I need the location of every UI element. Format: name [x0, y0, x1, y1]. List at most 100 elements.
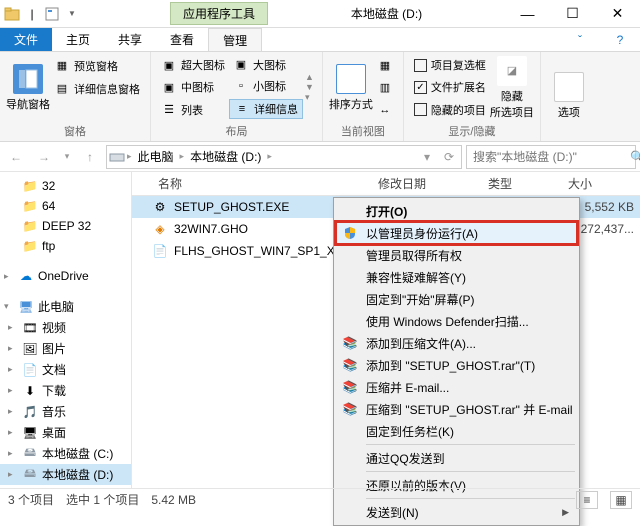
layout-s-icons[interactable]: ▫小图标: [229, 77, 303, 95]
help-icon[interactable]: ?: [600, 28, 640, 51]
ctx-add-archive[interactable]: 📚添加到压缩文件(A)...: [336, 332, 577, 354]
column-headers[interactable]: 名称 修改日期 类型 大小: [132, 172, 640, 196]
qat-separator: |: [24, 6, 40, 22]
status-size: 5.42 MB: [151, 493, 196, 507]
hidden-items-toggle[interactable]: 隐藏的项目: [410, 101, 490, 119]
sort-button[interactable]: ↕ 排序方式: [329, 54, 373, 121]
ctx-qq-send[interactable]: 通过QQ发送到: [336, 447, 577, 469]
nav-pc-desktop[interactable]: ▸🖥桌面: [0, 422, 131, 443]
size-columns-button[interactable]: ↔: [373, 101, 397, 119]
col-size[interactable]: 大小: [562, 175, 640, 192]
hide-selected-button[interactable]: ◪ 隐藏 所选项目: [490, 54, 534, 121]
nav-this-pc[interactable]: ▾🖥此电脑: [0, 296, 131, 317]
item-checkboxes-toggle[interactable]: 项目复选框: [410, 56, 490, 74]
add-columns-button[interactable]: ▥: [373, 78, 397, 96]
window-title: 本地磁盘 (D:): [268, 5, 505, 22]
rar-icon: 📚: [342, 379, 358, 395]
details-pane-button[interactable]: ▤详细信息窗格: [50, 80, 144, 98]
ctx-defender-scan[interactable]: 使用 Windows Defender扫描...: [336, 310, 577, 332]
view-thumbnails-toggle[interactable]: ▦: [610, 491, 632, 509]
ctx-compat-troubleshoot[interactable]: 兼容性疑难解答(Y): [336, 266, 577, 288]
nav-pc-pictures[interactable]: ▸🖼图片: [0, 338, 131, 359]
explorer-icon: [4, 6, 20, 22]
navigation-pane[interactable]: 📁32 📁64 📁DEEP 32 📁ftp ▸☁OneDrive ▾🖥此电脑 ▸…: [0, 172, 132, 488]
breadcrumb-dropdown[interactable]: ▾: [417, 145, 437, 169]
ctx-separator: [366, 471, 575, 472]
refresh-button[interactable]: ⟳: [439, 145, 459, 169]
nav-pc-downloads[interactable]: ▸⬇下载: [0, 380, 131, 401]
ribbon-group-layout: ▣超大图标 ▣中图标 ☰列表 ▣大图标 ▫小图标 ≡详细信息 ▲▼▾ 布局: [151, 52, 323, 141]
tab-share[interactable]: 共享: [104, 28, 156, 51]
tab-home[interactable]: 主页: [52, 28, 104, 51]
file-icon: 📄: [152, 243, 168, 259]
tab-file[interactable]: 文件: [0, 28, 52, 51]
ribbon-tabs: 文件 主页 共享 查看 管理 ˇ ?: [0, 28, 640, 52]
col-type[interactable]: 类型: [482, 175, 562, 192]
title-bar: | ▼ 应用程序工具 本地磁盘 (D:) — ☐ ✕: [0, 0, 640, 28]
layout-details[interactable]: ≡详细信息: [229, 99, 303, 119]
shield-icon: [342, 225, 358, 241]
col-name[interactable]: 名称: [132, 175, 372, 192]
search-icon: 🔍: [630, 150, 640, 164]
preview-pane-button[interactable]: ▦预览窗格: [50, 57, 144, 75]
forward-button[interactable]: →: [32, 145, 56, 169]
nav-drive-c[interactable]: ▸🖴本地磁盘 (C:): [0, 443, 131, 464]
tab-manage[interactable]: 管理: [208, 28, 262, 51]
expand-ribbon-icon[interactable]: ˇ: [560, 28, 600, 51]
breadcrumb-pc[interactable]: 此电脑: [134, 148, 178, 165]
ribbon-group-options: ☑ 选项: [541, 52, 597, 141]
nav-folder-32[interactable]: 📁32: [0, 176, 131, 196]
tab-view[interactable]: 查看: [156, 28, 208, 51]
nav-folder-ftp[interactable]: 📁ftp: [0, 236, 131, 256]
status-bar: 3 个项目 选中 1 个项目 5.42 MB ≡ ▦: [0, 488, 640, 510]
ctx-compress-email[interactable]: 📚压缩并 E-mail...: [336, 376, 577, 398]
ctx-pin-start[interactable]: 固定到"开始"屏幕(P): [336, 288, 577, 310]
rar-icon: 📚: [342, 401, 358, 417]
maximize-button[interactable]: ☐: [550, 0, 595, 28]
nav-pc-music[interactable]: ▸🎵音乐: [0, 401, 131, 422]
breadcrumb[interactable]: ▸ 此电脑 ▸ 本地磁盘 (D:) ▸ ▾ ⟳: [106, 145, 462, 169]
layout-xl-icons[interactable]: ▣超大图标: [157, 56, 229, 74]
ctx-take-ownership[interactable]: 管理员取得所有权: [336, 244, 577, 266]
address-bar: ← → ▾ ↑ ▸ 此电脑 ▸ 本地磁盘 (D:) ▸ ▾ ⟳ 🔍: [0, 142, 640, 172]
ctx-compress-rar-email[interactable]: 📚压缩到 "SETUP_GHOST.rar" 并 E-mail: [336, 398, 577, 420]
layout-list[interactable]: ☰列表: [157, 101, 229, 119]
ctx-add-rar[interactable]: 📚添加到 "SETUP_GHOST.rar"(T): [336, 354, 577, 376]
status-selected: 选中 1 个项目: [66, 491, 139, 508]
status-item-count: 3 个项目: [8, 491, 54, 508]
nav-pane-button[interactable]: 导航窗格: [6, 54, 50, 121]
layout-l-icons[interactable]: ▣大图标: [229, 56, 303, 74]
nav-folder-deep32[interactable]: 📁DEEP 32: [0, 216, 131, 236]
ribbon-group-panes: 导航窗格 ▦预览窗格 ▤详细信息窗格 窗格: [0, 52, 151, 141]
properties-icon[interactable]: [44, 6, 60, 22]
nav-pc-documents[interactable]: ▸📄文档: [0, 359, 131, 380]
close-button[interactable]: ✕: [595, 0, 640, 28]
qat-dropdown-icon[interactable]: ▼: [64, 6, 80, 22]
ctx-run-as-admin[interactable]: 以管理员身份运行(A): [336, 222, 577, 244]
nav-onedrive[interactable]: ▸☁OneDrive: [0, 266, 131, 286]
options-button[interactable]: ☑ 选项: [547, 54, 591, 137]
minimize-button[interactable]: —: [505, 0, 550, 28]
context-menu: 打开(O) 以管理员身份运行(A) 管理员取得所有权 兼容性疑难解答(Y) 固定…: [333, 197, 580, 526]
window-buttons: — ☐ ✕: [505, 0, 640, 28]
ribbon-group-show-hide: 项目复选框 ✓文件扩展名 隐藏的项目 ◪ 隐藏 所选项目 显示/隐藏: [404, 52, 541, 141]
group-by-button[interactable]: ▦: [373, 56, 397, 74]
view-details-toggle[interactable]: ≡: [576, 491, 598, 509]
col-date[interactable]: 修改日期: [372, 175, 482, 192]
up-button[interactable]: ↑: [78, 145, 102, 169]
search-input[interactable]: [471, 149, 630, 165]
history-dropdown[interactable]: ▾: [60, 145, 74, 169]
search-box[interactable]: 🔍: [466, 145, 636, 169]
ctx-open[interactable]: 打开(O): [336, 200, 577, 222]
ribbon-group-current-view: ↕ 排序方式 ▦ ▥ ↔ 当前视图: [323, 52, 404, 141]
quick-access-toolbar: | ▼: [0, 6, 84, 22]
layout-m-icons[interactable]: ▣中图标: [157, 78, 229, 96]
back-button[interactable]: ←: [4, 145, 28, 169]
file-extensions-toggle[interactable]: ✓文件扩展名: [410, 78, 490, 96]
nav-pc-videos[interactable]: ▸🎞视频: [0, 317, 131, 338]
nav-drive-d[interactable]: ▸🖴本地磁盘 (D:): [0, 464, 131, 485]
breadcrumb-drive[interactable]: 本地磁盘 (D:): [186, 148, 265, 165]
exe-icon: ⚙: [152, 199, 168, 215]
ctx-pin-taskbar[interactable]: 固定到任务栏(K): [336, 420, 577, 442]
nav-folder-64[interactable]: 📁64: [0, 196, 131, 216]
